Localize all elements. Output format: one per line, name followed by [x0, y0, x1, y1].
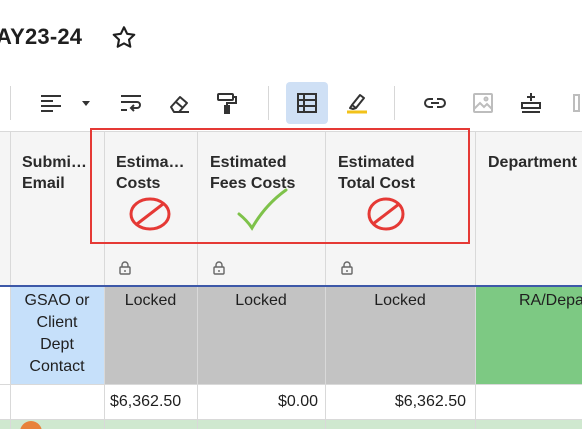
- table-grid-icon: [295, 92, 319, 114]
- header-bottom-border: [0, 285, 582, 287]
- row-divider: [0, 384, 582, 385]
- align-dropdown-button[interactable]: [76, 82, 96, 124]
- toolbar-separator: [268, 86, 269, 120]
- locked-label: Locked: [235, 292, 287, 309]
- partial-tool-icon: [568, 93, 580, 113]
- row-divider: [0, 419, 582, 420]
- header-label: Department: [488, 154, 577, 171]
- cell-text: Contact: [29, 358, 85, 375]
- image-icon: [470, 92, 496, 114]
- submitter-cell[interactable]: GSAO or Client Dept Contact: [10, 286, 104, 384]
- link-icon: [422, 92, 448, 114]
- cell-text: RA/Depa: [519, 292, 582, 309]
- checkmark-icon: [236, 188, 288, 237]
- toolbar-separator: [10, 86, 11, 120]
- cell-text: GSAO or: [24, 292, 90, 309]
- header-department[interactable]: Department: [488, 152, 582, 173]
- wrap-text-icon: [118, 92, 144, 114]
- star-icon[interactable]: [110, 24, 138, 52]
- estimated-total-cell[interactable]: Locked: [325, 286, 475, 384]
- table-row[interactable]: [0, 420, 582, 429]
- prohibited-icon: [128, 195, 172, 238]
- insert-row-button[interactable]: [510, 82, 552, 124]
- lock-icon: [340, 261, 354, 275]
- insert-row-icon: [518, 91, 544, 115]
- align-left-icon: [38, 92, 64, 114]
- table-grid-button[interactable]: [286, 82, 328, 124]
- sheet-title[interactable]: AY23-24: [0, 24, 82, 50]
- highlighter-button[interactable]: [336, 82, 378, 124]
- chevron-down-icon: [80, 98, 92, 108]
- estimated-fees-value[interactable]: $0.00: [200, 391, 318, 413]
- estimated-costs-value[interactable]: $6,362.50: [110, 391, 192, 413]
- eraser-icon: [166, 92, 192, 114]
- link-button[interactable]: [414, 82, 456, 124]
- lock-icon: [118, 261, 132, 275]
- prohibited-icon: [364, 195, 408, 238]
- format-painter-icon: [214, 92, 240, 114]
- estimated-total-value[interactable]: $6,362.50: [328, 391, 466, 413]
- estimated-costs-cell[interactable]: Locked: [104, 286, 197, 384]
- title-bar: AY23-24: [0, 0, 582, 78]
- lock-icon: [212, 261, 226, 275]
- toolbar-separator: [394, 86, 395, 120]
- cell-text: Client: [36, 314, 78, 331]
- clear-format-button[interactable]: [158, 82, 200, 124]
- locked-label: Locked: [124, 292, 177, 309]
- department-cell[interactable]: RA/Depa: [475, 286, 582, 384]
- cell-text: Dept: [40, 336, 74, 353]
- format-painter-button[interactable]: [206, 82, 248, 124]
- locked-label: Locked: [374, 292, 426, 309]
- more-tools-button[interactable]: [566, 82, 582, 124]
- align-left-button[interactable]: [30, 82, 72, 124]
- estimated-fees-cell[interactable]: Locked: [197, 286, 325, 384]
- insert-image-button[interactable]: [462, 82, 504, 124]
- highlighter-icon: [344, 92, 370, 114]
- wrap-text-button[interactable]: [110, 82, 152, 124]
